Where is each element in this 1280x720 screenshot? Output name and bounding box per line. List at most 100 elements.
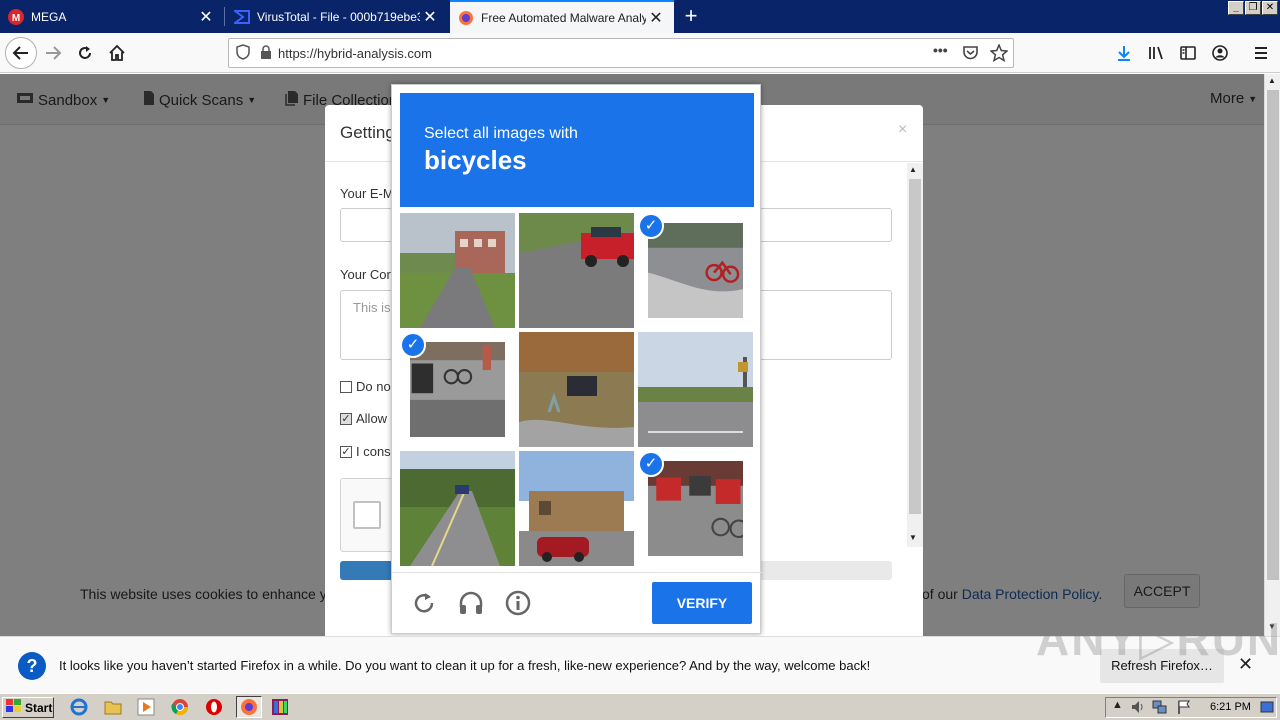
captcha-target: bicycles bbox=[424, 145, 527, 175]
restore-button[interactable]: ❐ bbox=[1245, 1, 1261, 15]
email-label: Your E-M bbox=[340, 186, 394, 201]
captcha-tile[interactable] bbox=[519, 332, 634, 447]
winrar-icon[interactable] bbox=[271, 698, 289, 716]
address-bar[interactable]: https://hybrid-analysis.com ••• bbox=[228, 38, 1014, 68]
captcha-tile-selected[interactable]: ✓ bbox=[400, 332, 515, 447]
checkbox-allow[interactable]: ✓ Allow bbox=[340, 411, 387, 426]
virustotal-icon bbox=[234, 9, 250, 25]
reload-icon bbox=[79, 46, 91, 59]
verify-button[interactable]: VERIFY bbox=[652, 582, 752, 624]
reload-button[interactable] bbox=[70, 38, 100, 68]
tray-expand-icon[interactable]: ▲ bbox=[1112, 699, 1123, 711]
reload-challenge-icon[interactable] bbox=[410, 589, 438, 617]
bicycle-curb-image bbox=[648, 223, 743, 318]
captcha-tile[interactable] bbox=[519, 451, 634, 566]
comment-label: Your Cor bbox=[340, 267, 391, 282]
captcha-tile-selected[interactable]: ✓ bbox=[638, 213, 753, 328]
tab-hybrid-analysis[interactable]: Free Automated Malware Analysis ✕ bbox=[450, 0, 674, 33]
sidebar-icon bbox=[1180, 46, 1196, 60]
notification-close-button[interactable]: ✕ bbox=[1238, 654, 1253, 675]
checkbox-box[interactable] bbox=[340, 380, 352, 393]
page-scrollbar[interactable]: ▲ ▼ bbox=[1264, 74, 1280, 636]
show-desktop-icon[interactable] bbox=[1260, 700, 1274, 717]
tab-virustotal[interactable]: VirusTotal - File - 000b719ebe3a1 ✕ bbox=[226, 0, 448, 33]
modal-title: Getting bbox=[340, 123, 395, 142]
tab-label: Free Automated Malware Analysis bbox=[481, 10, 646, 25]
tab-mega[interactable]: M MEGA ✕ bbox=[0, 0, 224, 33]
motorcycles-bicycle-image bbox=[648, 461, 743, 556]
flag-icon[interactable] bbox=[1176, 699, 1192, 718]
modal-scrollbar[interactable]: ▲ ▼ bbox=[907, 163, 923, 547]
network-icon[interactable] bbox=[1152, 699, 1168, 718]
firefox-taskbar-button[interactable] bbox=[236, 696, 262, 718]
captcha-prompt: Select all images with bbox=[424, 125, 578, 142]
captcha-tile[interactable] bbox=[519, 213, 634, 328]
tab-label: MEGA bbox=[31, 9, 67, 24]
firefox-icon bbox=[458, 10, 474, 26]
back-button[interactable] bbox=[5, 37, 37, 69]
folder-icon[interactable] bbox=[104, 698, 122, 716]
start-label: Start bbox=[25, 700, 53, 715]
mega-icon: M bbox=[8, 8, 24, 25]
window-close-button[interactable]: ✕ bbox=[1262, 1, 1278, 15]
home-button[interactable] bbox=[102, 38, 132, 68]
new-tab-button[interactable]: + bbox=[680, 4, 702, 28]
comment-placeholder: This is bbox=[353, 300, 391, 315]
divider bbox=[392, 572, 762, 573]
close-tab-icon[interactable]: ✕ bbox=[420, 7, 440, 27]
menu-button[interactable] bbox=[1246, 38, 1276, 68]
red-truck-image bbox=[519, 213, 634, 328]
captcha-tile[interactable] bbox=[400, 213, 515, 328]
scroll-up-icon[interactable]: ▲ bbox=[909, 165, 917, 174]
captcha-header: Select all images with bicycles bbox=[400, 93, 754, 207]
captcha-tile-selected[interactable]: ✓ bbox=[638, 451, 753, 566]
checkbox-label: Allow bbox=[356, 411, 388, 426]
modal-close-button[interactable]: × bbox=[898, 121, 907, 139]
info-icon[interactable] bbox=[504, 589, 532, 617]
captcha-tile[interactable] bbox=[638, 332, 753, 447]
system-tray: ▲ 6:21 PM bbox=[1105, 697, 1277, 718]
recaptcha-checkbox[interactable] bbox=[353, 501, 381, 529]
checkbox-label: Do no bbox=[356, 379, 391, 394]
checkbox-box-checked[interactable]: ✓ bbox=[340, 412, 352, 425]
tab-strip: M MEGA ✕ VirusTotal - File - 000b719ebe3… bbox=[0, 0, 1280, 33]
tab-separator bbox=[224, 7, 225, 26]
chrome-icon[interactable] bbox=[171, 698, 189, 716]
url-text: https://hybrid-analysis.com bbox=[278, 45, 432, 61]
audio-challenge-icon[interactable] bbox=[457, 589, 485, 617]
scroll-down-icon[interactable]: ▼ bbox=[1268, 622, 1276, 631]
checkbox-box-checked[interactable]: ✓ bbox=[340, 445, 352, 458]
downloads-button[interactable] bbox=[1109, 38, 1139, 68]
page-actions-menu-icon[interactable]: ••• bbox=[933, 42, 948, 58]
pocket-icon[interactable] bbox=[962, 44, 979, 64]
arrow-left-icon bbox=[12, 46, 28, 60]
library-button[interactable] bbox=[1141, 38, 1171, 68]
scroll-up-icon[interactable]: ▲ bbox=[1268, 76, 1276, 85]
forward-button[interactable] bbox=[38, 38, 68, 68]
internet-explorer-icon[interactable] bbox=[70, 698, 88, 716]
captcha-tile[interactable] bbox=[400, 451, 515, 566]
bicycle-trash-image bbox=[410, 342, 505, 437]
opera-icon[interactable] bbox=[205, 698, 223, 716]
country-road-image bbox=[400, 451, 515, 566]
street-buildings-image bbox=[400, 213, 515, 328]
checkbox-do-not[interactable]: Do no bbox=[340, 379, 391, 394]
selected-check-icon: ✓ bbox=[400, 332, 426, 358]
notification-text: It looks like you haven’t started Firefo… bbox=[59, 658, 871, 673]
checkbox-label: I cons bbox=[356, 444, 391, 459]
start-button[interactable]: Start bbox=[2, 697, 54, 718]
minimize-button[interactable]: _ bbox=[1228, 1, 1244, 15]
media-player-icon[interactable] bbox=[137, 698, 155, 716]
scroll-thumb[interactable] bbox=[1267, 90, 1279, 580]
close-tab-icon[interactable]: ✕ bbox=[196, 7, 216, 27]
checkbox-consent[interactable]: ✓ I cons bbox=[340, 444, 391, 459]
selected-check-icon: ✓ bbox=[638, 451, 664, 477]
refresh-firefox-button[interactable]: Refresh Firefox… bbox=[1100, 649, 1224, 683]
close-tab-icon[interactable]: ✕ bbox=[646, 8, 666, 28]
bookmark-star-icon[interactable] bbox=[989, 43, 1009, 65]
volume-icon[interactable] bbox=[1130, 699, 1146, 718]
scroll-thumb[interactable] bbox=[909, 179, 921, 514]
account-button[interactable] bbox=[1205, 38, 1235, 68]
scroll-down-icon[interactable]: ▼ bbox=[909, 533, 917, 542]
sidebar-button[interactable] bbox=[1173, 38, 1203, 68]
